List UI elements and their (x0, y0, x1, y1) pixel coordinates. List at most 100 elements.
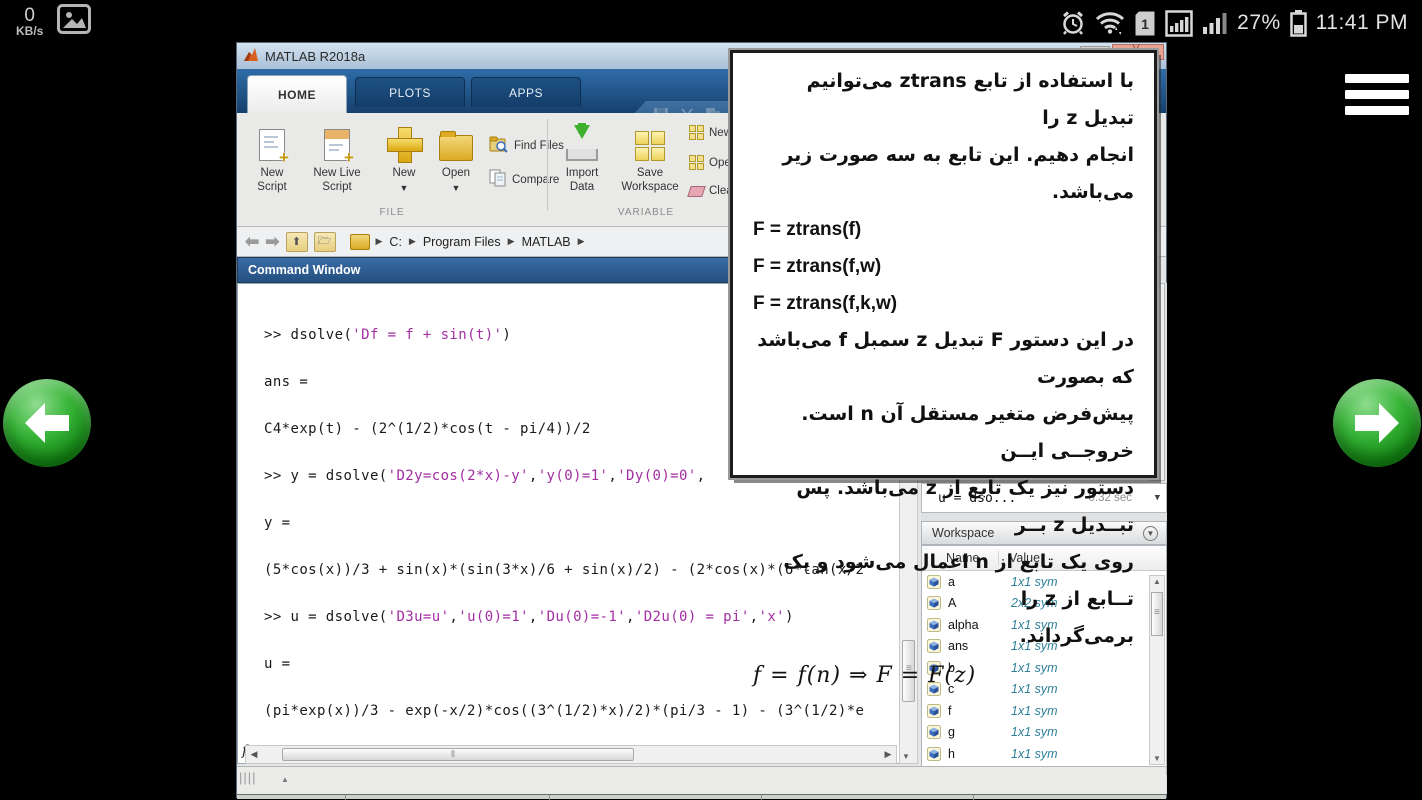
sim-card-icon: 1 (1134, 10, 1156, 37)
battery-icon (1290, 9, 1307, 37)
command-line: (pi*exp(x))/3 - exp(-x/2)*cos((3^(1/2)*x… (264, 700, 917, 724)
overlay-code-line: F = ztrans(f) (753, 211, 1134, 248)
overlay-code-line: F = ztrans(f,w) (753, 248, 1134, 285)
overlay-persian-line: با استفاده از تابع ztrans می‌توانیم تبدی… (753, 63, 1134, 137)
breadcrumb-separator-icon: ▶ (409, 236, 416, 247)
network-speed: 0 KB/s (16, 6, 43, 37)
status-grip-icon[interactable]: |||| (239, 770, 257, 785)
ws-scroll-thumb[interactable] (1151, 592, 1163, 636)
svg-text:1: 1 (1141, 16, 1149, 32)
hscroll-right-arrow[interactable]: ▶ (880, 749, 896, 760)
breadcrumb[interactable]: ▶C:▶Program Files▶MATLAB▶ (376, 235, 585, 249)
screenshot-gallery-icon[interactable] (57, 4, 91, 39)
open-button[interactable]: Open ▼ (433, 121, 479, 193)
variable-section-label: VARIABLE (555, 207, 737, 218)
overlay-persian-line: انجام دهیم. این تابع به سه صورت زیر می‌ب… (753, 137, 1134, 211)
sym-variable-icon (927, 725, 941, 739)
new-script-button[interactable]: + New Script (245, 121, 299, 195)
battery-percent: 27% (1237, 11, 1281, 35)
new-live-script-icon: + (324, 129, 350, 161)
previous-page-button[interactable] (3, 379, 91, 467)
new-dropdown-arrow[interactable]: ▼ (381, 183, 427, 193)
tutorial-overlay-card: با استفاده از تابع ztrans می‌توانیم تبدی… (730, 50, 1157, 478)
overlay-persian-line: در این دستور F تبدیل z سمبل f می‌باشد که… (753, 322, 1134, 396)
variable-name: g (948, 725, 998, 739)
wifi-icon (1095, 10, 1125, 36)
find-files-button[interactable]: Find Files (489, 135, 564, 156)
tab-plots[interactable]: PLOTS (355, 77, 465, 107)
open-variable-icon (689, 155, 704, 170)
workspace-row[interactable]: g 1x1 sym (922, 722, 1166, 744)
open-folder-icon (439, 135, 473, 161)
workspace-row[interactable]: f 1x1 sym (922, 700, 1166, 722)
menu-button[interactable] (1345, 74, 1409, 122)
import-data-icon (566, 125, 598, 161)
matlab-logo-icon (243, 47, 259, 65)
overlay-code-line: F = ztrans(f,k,w) (753, 285, 1134, 322)
new-button[interactable]: New ▼ (381, 121, 427, 193)
new-plus-icon (387, 127, 421, 161)
breadcrumb-separator-icon: ▶ (508, 236, 515, 247)
workspace-row[interactable]: h 1x1 sym (922, 743, 1166, 765)
variable-value: 1x1 sym (1011, 725, 1058, 739)
breadcrumb-item[interactable]: Program Files (423, 235, 501, 249)
breadcrumb-item[interactable]: MATLAB (522, 235, 571, 249)
taskbar-sliver (237, 794, 1166, 799)
save-workspace-button[interactable]: Save Workspace (615, 121, 685, 195)
ws-scroll-up-arrow[interactable]: ▲ (1153, 577, 1161, 586)
vscroll-down-arrow[interactable]: ▼ (902, 752, 910, 761)
status-grip-arrow[interactable]: ▲ (281, 775, 289, 784)
next-page-button[interactable] (1333, 379, 1421, 467)
clock-time: 11:41 PM (1316, 11, 1408, 35)
variable-name: h (948, 747, 998, 761)
variable-value: 1x1 sym (1011, 747, 1058, 761)
clear-workspace-button[interactable]: Clea (689, 185, 733, 197)
overlay-persian-line: روی یک تابع از n اعمال می‌شود و یک تــاب… (753, 544, 1134, 618)
new-variable-button[interactable]: New (689, 125, 732, 140)
breadcrumb-separator-icon: ▶ (376, 236, 383, 247)
back-arrow-icon[interactable]: ⬅ (245, 233, 259, 250)
window-title: MATLAB R2018a (265, 49, 365, 64)
open-dropdown-arrow[interactable]: ▼ (433, 183, 479, 193)
sym-variable-icon (927, 704, 941, 718)
history-dropdown-arrow[interactable]: ▼ (1155, 493, 1160, 503)
left-arrow-icon (21, 401, 73, 445)
find-files-icon (489, 135, 509, 156)
browse-folder-icon[interactable]: 🗁 (314, 232, 336, 252)
current-folder-icon (350, 234, 370, 250)
overlay-persian-line: پیش‌فرض متغیر مستقل آن n است. خروجــی ای… (753, 396, 1134, 470)
signal-bars-icon (1202, 10, 1228, 36)
sym-variable-icon (927, 747, 941, 761)
variable-value: 1x1 sym (1011, 704, 1058, 718)
save-workspace-icon (635, 131, 665, 161)
file-section-label: FILE (237, 207, 547, 218)
up-one-level-icon[interactable]: ⬆ (286, 232, 308, 252)
command-horizontal-scrollbar[interactable]: ◀ ▶ (245, 745, 897, 764)
mobile-data-signal-icon (1165, 10, 1193, 37)
compare-button[interactable]: Compare (489, 169, 559, 190)
hscroll-left-arrow[interactable]: ◀ (246, 749, 262, 760)
tab-home[interactable]: HOME (247, 75, 347, 113)
variable-name: f (948, 704, 998, 718)
forward-arrow-icon[interactable]: ➡ (265, 233, 279, 250)
overlay-formula: f = f(n) ⇒ F = F(z) (753, 655, 1134, 697)
overlay-persian-line: دستور نیز یک تابع از z می‌باشد. پس تبــد… (753, 470, 1134, 544)
ws-scroll-down-arrow[interactable]: ▼ (1153, 754, 1161, 763)
compare-icon (489, 169, 507, 190)
workspace-scrollbar[interactable]: ▲ ▼ (1149, 575, 1165, 765)
hscroll-thumb[interactable] (282, 748, 634, 761)
import-data-button[interactable]: Import Data (557, 121, 607, 195)
android-status-bar: 0 KB/s 1 27% (0, 0, 1422, 46)
breadcrumb-item[interactable]: C: (389, 235, 402, 249)
right-arrow-icon (1351, 401, 1403, 445)
tab-apps[interactable]: APPS (471, 77, 581, 107)
alarm-icon (1060, 10, 1086, 36)
new-live-script-button[interactable]: + New Live Script (299, 121, 375, 195)
new-script-icon: + (259, 129, 285, 161)
overlay-persian-line: برمی‌گرداند. (753, 618, 1134, 655)
matlab-status-bar: |||| ▲ (237, 766, 1166, 794)
screen: 0 KB/s 1 27% (0, 0, 1422, 800)
clear-workspace-icon (687, 186, 706, 197)
workspace-collapse-icon[interactable]: ▼ (1143, 526, 1158, 541)
new-variable-icon (689, 125, 704, 140)
